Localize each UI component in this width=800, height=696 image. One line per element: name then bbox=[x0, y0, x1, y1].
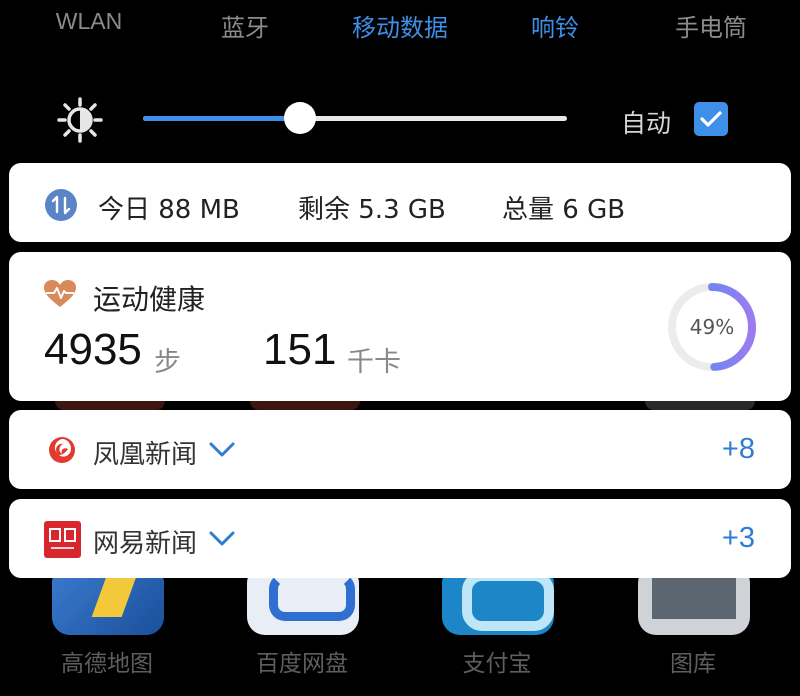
app-label-baidu-netdisk: 百度网盘 bbox=[256, 651, 348, 677]
toggle-bluetooth[interactable]: 蓝牙 bbox=[221, 8, 269, 43]
heart-rate-icon bbox=[44, 280, 76, 307]
news-count-netease: +3 bbox=[721, 522, 755, 554]
steps-unit: 步 bbox=[154, 347, 181, 378]
news-title-ifeng: 凤凰新闻 bbox=[93, 440, 198, 470]
brightness-slider-thumb[interactable] bbox=[283, 102, 316, 134]
chevron-down-icon[interactable] bbox=[208, 441, 236, 459]
calories-unit: 千卡 bbox=[347, 347, 401, 378]
news-title-netease: 网易新闻 bbox=[93, 529, 198, 559]
data-today: 今日 88 MB bbox=[98, 195, 240, 225]
app-label-gaode: 高德地图 bbox=[61, 651, 153, 677]
data-total: 总量 6 GB bbox=[502, 195, 626, 225]
steps-count: 4935 bbox=[44, 325, 142, 374]
ifeng-logo-icon bbox=[49, 437, 75, 463]
news-count-ifeng: +8 bbox=[721, 433, 755, 465]
auto-brightness-checkbox[interactable] bbox=[694, 102, 728, 136]
toggle-mobile-data[interactable]: 移动数据 bbox=[352, 8, 448, 43]
auto-brightness-label: 自动 bbox=[621, 109, 672, 138]
news-card-ifeng[interactable]: 凤凰新闻 +8 bbox=[9, 410, 791, 489]
data-remaining: 剩余 5.3 GB bbox=[298, 195, 446, 225]
app-label-gallery: 图库 bbox=[670, 651, 716, 677]
health-card[interactable]: 运动健康 4935 步 151 千卡 49% bbox=[9, 252, 791, 401]
brightness-sun-icon bbox=[57, 97, 103, 143]
brightness-slider-fill bbox=[143, 116, 300, 121]
toggle-ring[interactable]: 响铃 bbox=[531, 8, 579, 43]
data-usage-card[interactable]: 今日 88 MB 剩余 5.3 GB 总量 6 GB bbox=[9, 163, 791, 242]
brightness-slider[interactable] bbox=[143, 102, 567, 134]
progress-percent: 49% bbox=[689, 315, 735, 339]
health-title: 运动健康 bbox=[93, 283, 206, 316]
quick-settings-toggles: WLAN 蓝牙 移动数据 响铃 手电筒 bbox=[0, 0, 800, 50]
app-label-alipay: 支付宝 bbox=[462, 651, 532, 677]
check-icon bbox=[700, 111, 722, 127]
toggle-wlan[interactable]: WLAN bbox=[56, 8, 122, 35]
data-transfer-icon bbox=[45, 189, 77, 221]
chevron-down-icon[interactable] bbox=[208, 530, 236, 548]
netease-logo-icon bbox=[44, 521, 81, 558]
calories-count: 151 bbox=[263, 325, 337, 374]
news-card-netease[interactable]: 网易新闻 +3 bbox=[9, 499, 791, 578]
toggle-flashlight[interactable]: 手电筒 bbox=[675, 8, 747, 43]
